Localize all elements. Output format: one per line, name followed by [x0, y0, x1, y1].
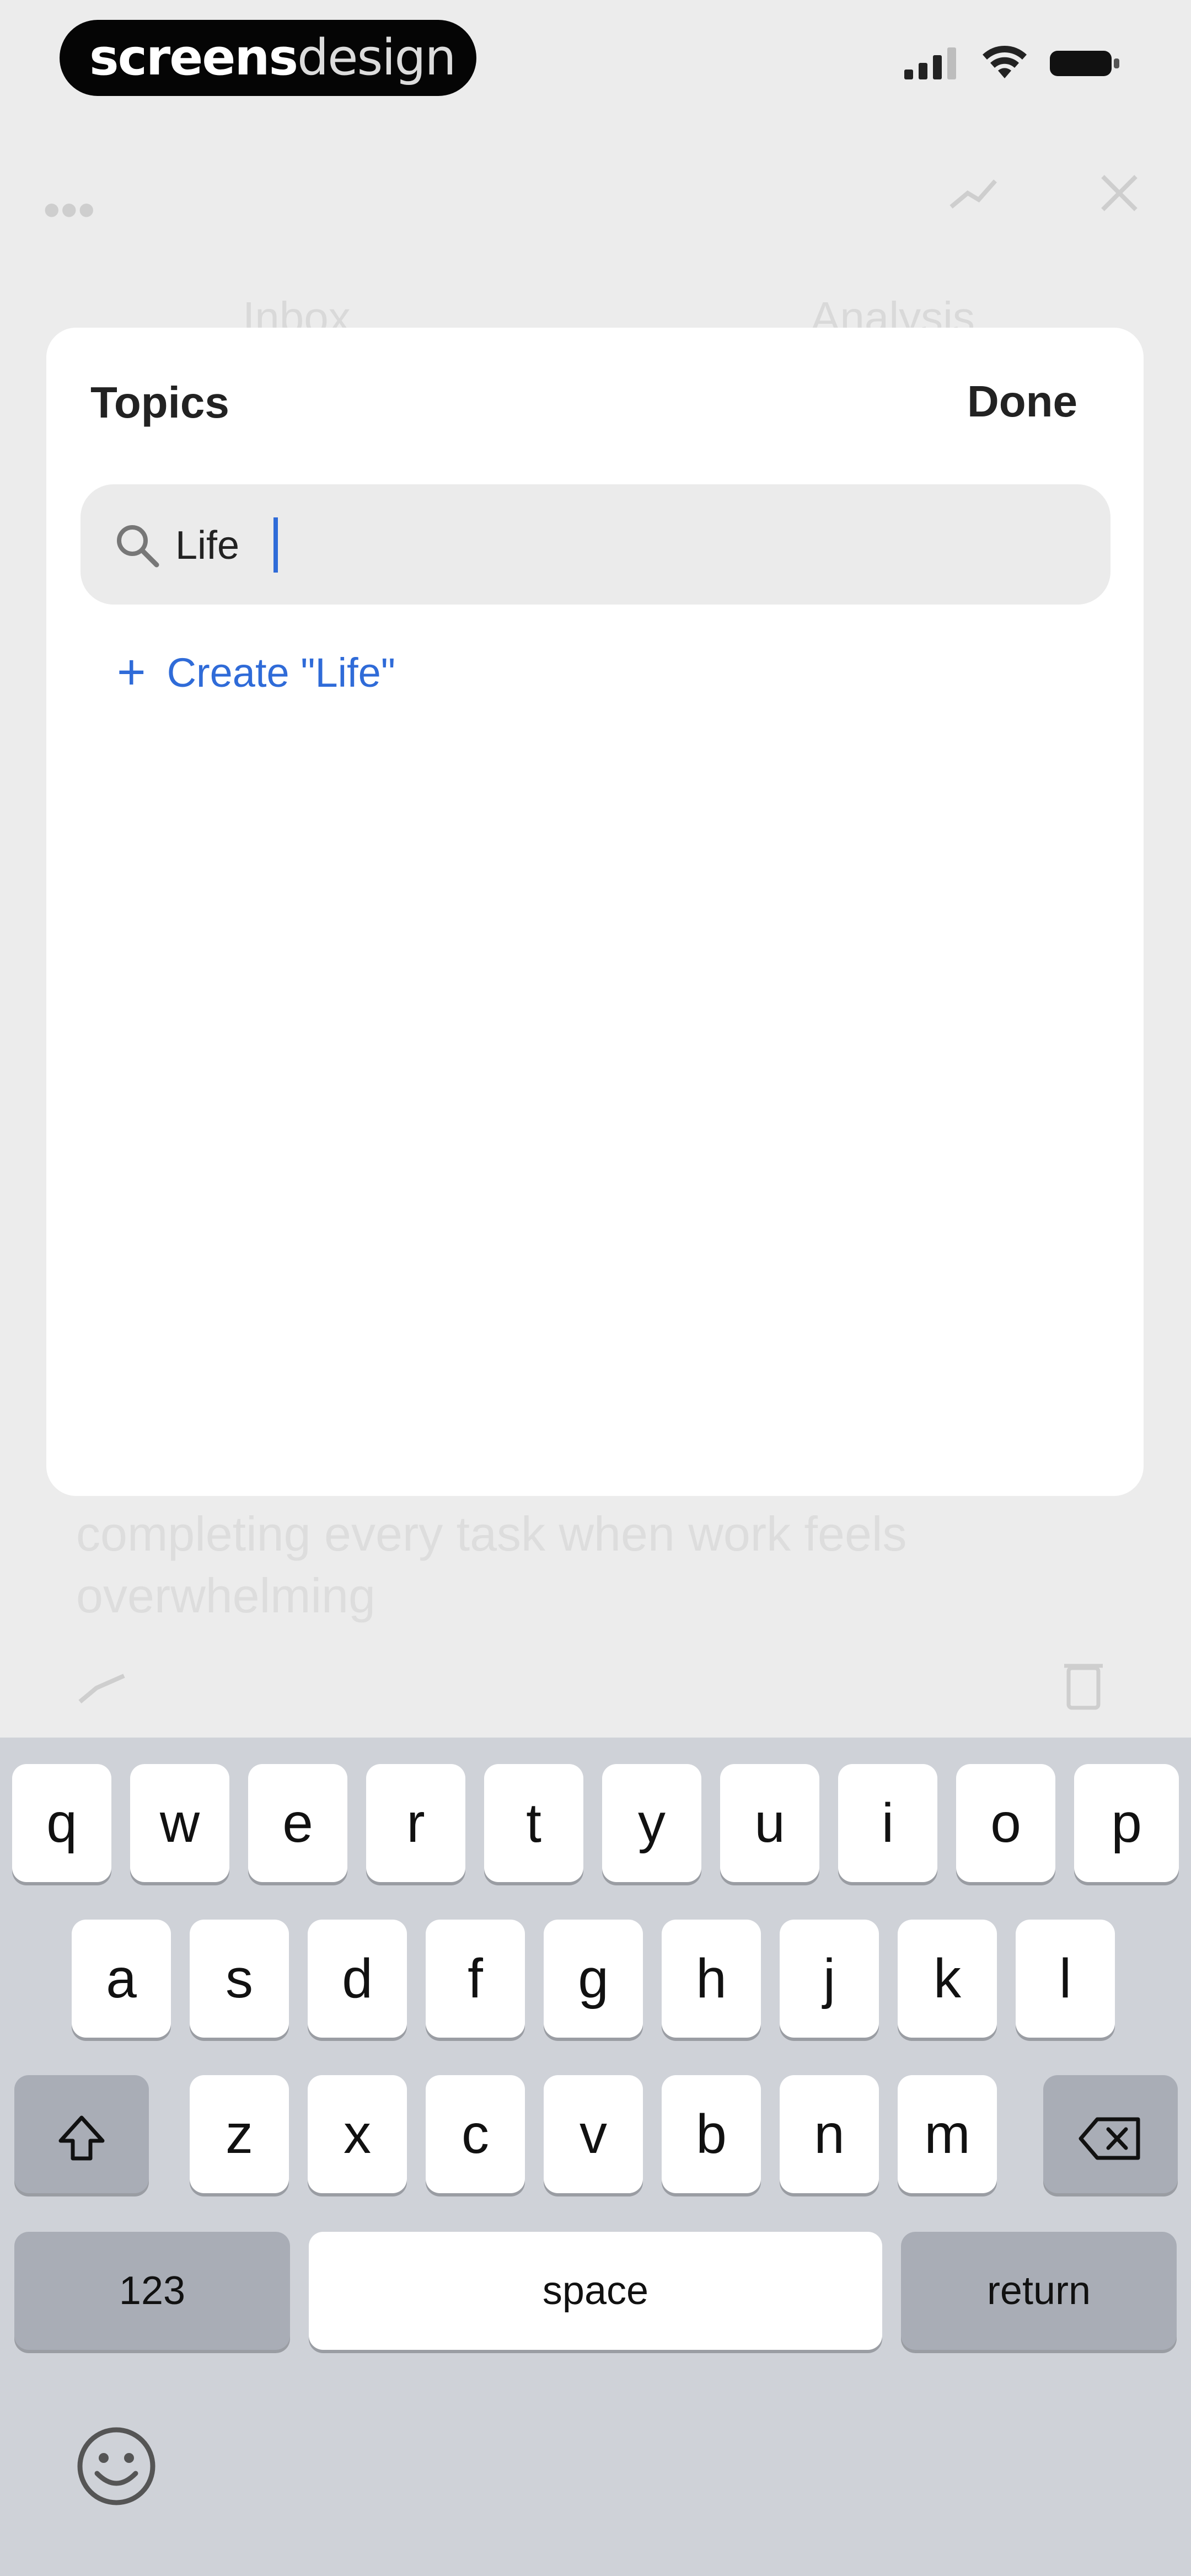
key-b[interactable]: b [662, 2075, 761, 2193]
key-j[interactable]: j [780, 1920, 879, 2038]
key-f[interactable]: f [426, 1920, 525, 2038]
numbers-key[interactable]: 123 [14, 2232, 290, 2350]
key-m[interactable]: m [898, 2075, 997, 2193]
plus-icon: + [117, 645, 146, 700]
emoji-icon[interactable] [75, 2425, 158, 2508]
text-cursor [273, 517, 278, 573]
more-icon: ••• [43, 183, 95, 238]
topics-sheet: Topics Done + Create "Life" [46, 328, 1144, 1496]
key-w[interactable]: w [130, 1764, 229, 1882]
key-p[interactable]: p [1074, 1764, 1179, 1882]
key-u[interactable]: u [720, 1764, 819, 1882]
key-a[interactable]: a [72, 1920, 171, 2038]
backspace-icon [1079, 2117, 1140, 2160]
background-text-line2: overwhelming [76, 1568, 375, 1623]
search-icon [117, 525, 159, 568]
key-r[interactable]: r [366, 1764, 465, 1882]
key-v[interactable]: v [544, 2075, 643, 2193]
key-y[interactable]: y [602, 1764, 701, 1882]
create-topic-button[interactable]: + Create "Life" [117, 648, 395, 697]
key-x[interactable]: x [308, 2075, 407, 2193]
key-e[interactable]: e [248, 1764, 347, 1882]
background-text-line1: completing every task when work feels [76, 1506, 907, 1561]
key-i[interactable]: i [838, 1764, 937, 1882]
search-input[interactable] [174, 506, 1081, 585]
keyboard: q w e r t y u i o p a s d f g h j k l z … [0, 1738, 1191, 2576]
trash-icon [1064, 1664, 1103, 1710]
sheet-title: Topics [90, 378, 229, 427]
key-q[interactable]: q [12, 1764, 111, 1882]
shift-icon [58, 2115, 105, 2161]
key-g[interactable]: g [544, 1920, 643, 2038]
key-t[interactable]: t [484, 1764, 583, 1882]
key-l[interactable]: l [1016, 1920, 1115, 2038]
search-field[interactable] [81, 484, 1110, 605]
return-key[interactable]: return [901, 2232, 1177, 2350]
key-d[interactable]: d [308, 1920, 407, 2038]
key-k[interactable]: k [898, 1920, 997, 2038]
space-key[interactable]: space [309, 2232, 882, 2350]
key-s[interactable]: s [190, 1920, 289, 2038]
done-button[interactable]: Done [967, 376, 1077, 427]
key-c[interactable]: c [426, 2075, 525, 2193]
key-z[interactable]: z [190, 2075, 289, 2193]
key-o[interactable]: o [956, 1764, 1055, 1882]
key-h[interactable]: h [662, 1920, 761, 2038]
chart-icon [949, 179, 997, 209]
key-n[interactable]: n [780, 2075, 879, 2193]
close-icon [1101, 175, 1138, 211]
shift-key[interactable] [14, 2075, 149, 2193]
priority-icon [78, 1674, 125, 1704]
create-topic-label: Create "Life" [167, 649, 396, 696]
backspace-key[interactable] [1043, 2075, 1178, 2193]
